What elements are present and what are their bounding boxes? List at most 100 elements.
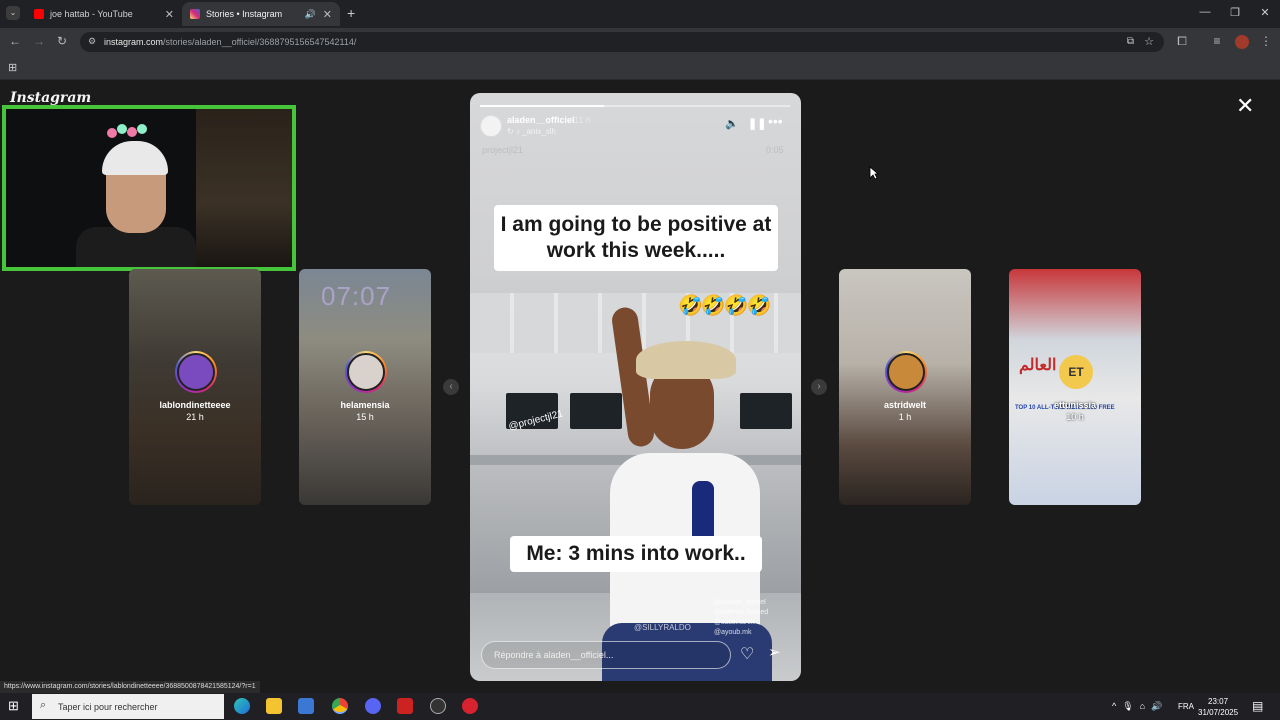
edge-icon[interactable] xyxy=(234,698,250,714)
story-avatar-ring xyxy=(345,351,387,393)
story-credit-line: @ayoub.mk xyxy=(714,629,752,636)
previous-story-chevron-icon[interactable]: ‹ xyxy=(443,379,459,395)
story-monitor xyxy=(740,393,792,429)
story-username: ettunissia xyxy=(1053,400,1096,410)
story-card-helamensia[interactable]: 07:07 helamensia 15 h xyxy=(299,269,431,505)
story-man-hat xyxy=(636,341,736,379)
webcam-shirt xyxy=(76,227,196,267)
like-heart-icon[interactable]: ♡ xyxy=(740,644,754,664)
story-credit-line: @rahmaa.hamed xyxy=(714,609,769,616)
notifications-icon[interactable]: ▤ xyxy=(1252,699,1263,713)
apps-grid-icon[interactable]: ⊞ xyxy=(8,61,17,74)
send-icon[interactable]: ➢ xyxy=(768,643,781,661)
media-controls-icon[interactable]: ≡ xyxy=(1208,34,1226,48)
story-card-lablondinetteeee[interactable]: lablondinetteeee 21 h xyxy=(129,269,261,505)
instagram-favicon-icon xyxy=(190,9,200,19)
mouse-cursor-icon xyxy=(869,166,879,180)
close-stories-icon[interactable]: ✕ xyxy=(1236,93,1254,119)
story-avatar-ring xyxy=(175,351,217,393)
instagram-logo[interactable]: Instagram xyxy=(10,90,91,106)
tray-icons[interactable]: ^🎙⌂🔊 xyxy=(1112,701,1168,712)
extensions-icon[interactable]: ⧠ xyxy=(1173,34,1191,49)
tab-youtube[interactable]: joe hattab - YouTube ✕ xyxy=(26,2,182,26)
story-emojis: 🤣🤣🤣🤣 xyxy=(678,295,772,317)
webcam-background xyxy=(196,109,292,267)
story-card-ettunissia[interactable]: بطل العالم ET TOP 10 ALL-TIME MEN'S 800 … xyxy=(1009,269,1141,505)
address-bar[interactable]: ⚙ instagram.com/stories/aladen__officiel… xyxy=(80,32,1164,52)
active-story[interactable]: @projectjl21 aladen__officiel 11 h ↻ ♪ _… xyxy=(470,93,801,681)
windows-start-icon[interactable]: ⊞ xyxy=(8,699,22,713)
link-preview-status: https://www.instagram.com/stories/lablon… xyxy=(0,681,260,693)
search-placeholder: Taper ici pour rechercher xyxy=(58,701,158,712)
close-tab-icon[interactable]: ✕ xyxy=(323,8,332,21)
story-age: 10 h xyxy=(1066,412,1084,422)
story-credit-line: @aladen_officiel xyxy=(714,599,766,606)
story-avatar-ring xyxy=(885,351,927,393)
clock-time: 23:07 xyxy=(1208,697,1229,706)
youtube-favicon-icon xyxy=(34,9,44,19)
language-indicator[interactable]: FRA xyxy=(1178,702,1194,711)
back-button[interactable]: ← xyxy=(6,34,24,48)
story-author-avatar[interactable] xyxy=(480,115,502,137)
streaming-app-icon[interactable] xyxy=(462,698,478,714)
story-overlay-text: 07:07 xyxy=(321,281,392,311)
more-options-icon[interactable]: ••• xyxy=(768,113,783,129)
pause-icon[interactable]: ❚❚ xyxy=(748,117,766,130)
store-icon[interactable] xyxy=(298,698,314,714)
story-caption-top: I am going to be positive at work this w… xyxy=(494,205,778,271)
story-age: 1 h xyxy=(898,412,912,422)
audio-playing-icon[interactable]: 🔊 xyxy=(305,9,316,20)
next-story-chevron-icon[interactable]: › xyxy=(811,379,827,395)
close-window-button[interactable]: ✕ xyxy=(1250,6,1280,19)
file-explorer-icon[interactable] xyxy=(266,698,282,714)
story-credits: @aladen_officiel @rahmaa.hamed @sassi.ta… xyxy=(714,598,768,638)
story-age: 21 h xyxy=(186,412,204,422)
story-username: astridwelt xyxy=(883,400,926,410)
taskbar-clock[interactable]: 23:07 31/07/2025 xyxy=(1198,696,1238,718)
chrome-icon[interactable] xyxy=(332,698,348,714)
install-app-icon[interactable]: ⧉ xyxy=(1127,36,1134,47)
profile-avatar[interactable] xyxy=(1235,35,1249,49)
tab-instagram[interactable]: Stories • Instagram 🔊 ✕ xyxy=(182,2,340,26)
clock-date: 31/07/2025 xyxy=(1198,708,1239,717)
story-silly-watermark: @SILLYRALDO xyxy=(634,623,691,632)
tab-search-chevron-icon[interactable]: ⌄ xyxy=(6,6,20,20)
story-username: helamensia xyxy=(340,400,390,410)
browser-tab-strip: ⌄ joe hattab - YouTube ✕ Stories • Insta… xyxy=(0,0,1280,28)
url-domain: instagram.com xyxy=(104,37,164,47)
story-card-astridwelt[interactable]: astridwelt 1 h xyxy=(839,269,971,505)
reload-button[interactable]: ↻ xyxy=(53,34,71,48)
app-icon-red[interactable] xyxy=(397,698,413,714)
instagram-stories-page: Instagram ✕ lablondinetteeee 21 h 07:07 … xyxy=(0,81,1280,693)
bookmark-star-icon[interactable]: ☆ xyxy=(1144,35,1154,48)
story-watermark: projectjl21 xyxy=(482,145,524,155)
story-username: lablondinetteeee xyxy=(159,400,231,410)
windows-taskbar: ⊞ ⌕ Taper ici pour rechercher ^🎙⌂🔊 FRA 2… xyxy=(0,693,1280,720)
discord-icon[interactable] xyxy=(365,698,381,714)
story-author-name[interactable]: aladen__officiel xyxy=(507,115,575,125)
site-info-icon[interactable]: ⚙ xyxy=(88,36,96,47)
new-tab-button[interactable]: + xyxy=(347,5,355,21)
tab-title: joe hattab - YouTube xyxy=(50,9,133,19)
restore-button[interactable]: ❐ xyxy=(1220,6,1250,19)
reply-input[interactable]: Répondre à aladen__officiel... xyxy=(481,641,731,669)
story-music-user: _anis_slh xyxy=(522,127,556,136)
url-path: /stories/aladen__officiel/36887951565475… xyxy=(163,37,357,47)
taskbar-search-input[interactable]: ⌕ Taper ici pour rechercher xyxy=(32,694,224,719)
story-progress-bar xyxy=(480,105,790,107)
story-watermark-time: 0:05 xyxy=(766,145,784,155)
close-tab-icon[interactable]: ✕ xyxy=(165,8,174,21)
bookmarks-bar: ⊞ xyxy=(0,56,1280,80)
obs-icon[interactable] xyxy=(430,698,446,714)
forward-button[interactable]: → xyxy=(30,34,48,48)
search-icon: ⌕ xyxy=(40,699,47,711)
minimize-button[interactable]: — xyxy=(1190,6,1220,18)
tab-title: Stories • Instagram xyxy=(206,9,283,19)
browser-toolbar: ← → ↻ ⚙ instagram.com/stories/aladen__of… xyxy=(0,28,1280,56)
story-caption-bottom: Me: 3 mins into work.. xyxy=(510,536,762,572)
story-music-tag[interactable]: ↻ ♪ _anis_slh xyxy=(507,127,556,136)
story-monitor xyxy=(570,393,622,429)
menu-kebab-icon[interactable]: ⋮ xyxy=(1257,34,1275,48)
mute-icon[interactable]: 🔈 xyxy=(725,117,739,130)
story-age: 15 h xyxy=(356,412,374,422)
